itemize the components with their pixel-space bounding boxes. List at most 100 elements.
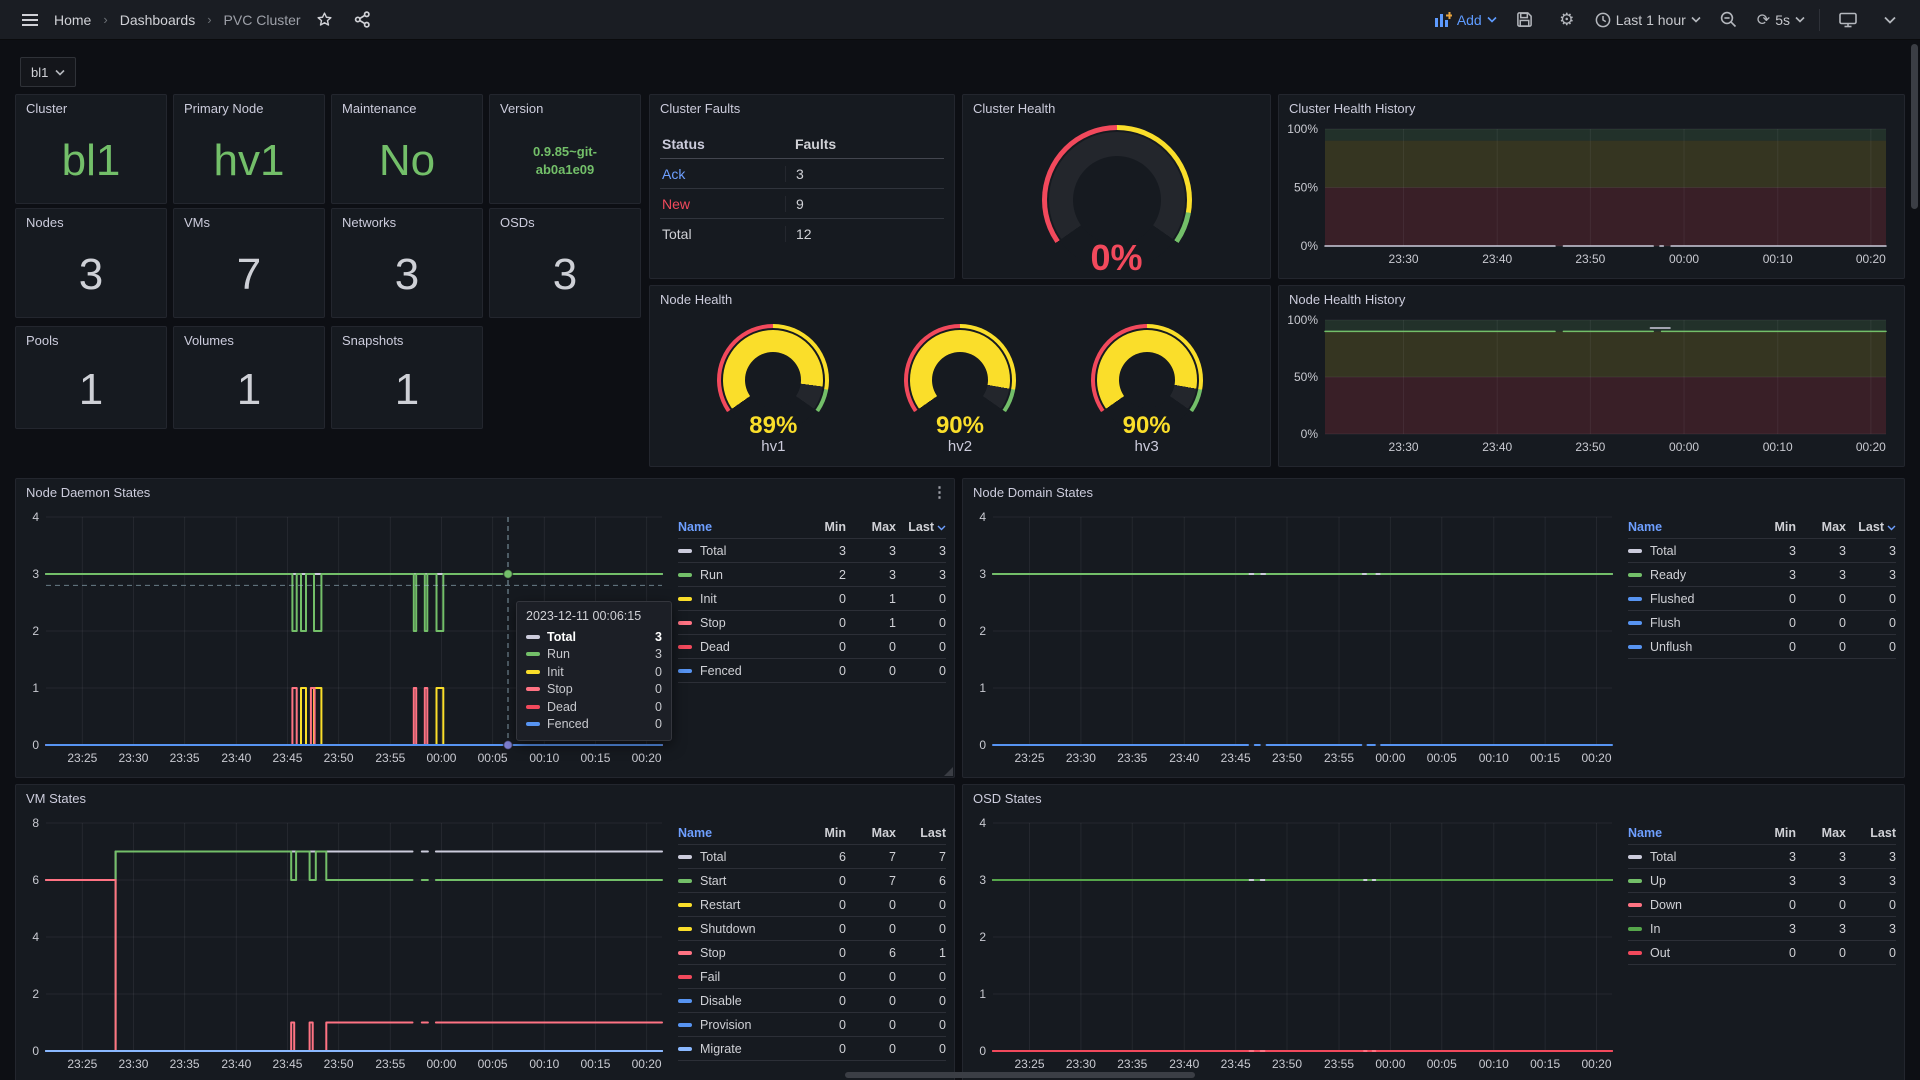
legend-value-last: 3 <box>1846 568 1896 582</box>
refresh-picker[interactable]: ⟳ 5s <box>1757 10 1805 30</box>
variable-dropdown-cluster[interactable]: bl1 <box>20 57 76 87</box>
legend-header-last[interactable]: Last <box>1846 826 1896 840</box>
legend-header-name[interactable]: Name <box>678 826 796 840</box>
share-icon[interactable] <box>349 6 377 34</box>
vertical-scrollbar[interactable] <box>1911 42 1918 1074</box>
panel-title[interactable]: Node Health <box>650 286 1270 312</box>
legend-header-min[interactable]: Min <box>796 520 846 534</box>
menu-icon[interactable] <box>16 6 44 34</box>
breadcrumb-home[interactable]: Home <box>54 12 91 28</box>
panel-title[interactable]: Volumes <box>174 327 324 353</box>
legend-row: Dead000 <box>678 635 946 659</box>
legend-header-name[interactable]: Name <box>1628 520 1746 534</box>
legend-series-name[interactable]: Migrate <box>678 1042 796 1056</box>
legend-header-row: NameMinMaxLast <box>1628 821 1896 845</box>
panel-title[interactable]: Pools <box>16 327 166 353</box>
vm-states-chart[interactable]: 8642023:2523:3023:3523:4023:4523:5023:55… <box>20 815 672 1077</box>
legend-series-name[interactable]: Out <box>1628 946 1746 960</box>
panel-title[interactable]: Snapshots <box>332 327 482 353</box>
panel-title[interactable]: Maintenance <box>332 95 482 121</box>
legend-series-name[interactable]: Stop <box>678 616 796 630</box>
panel-title[interactable]: VM States <box>16 785 954 811</box>
legend-value-min: 0 <box>796 874 846 888</box>
panel-title[interactable]: Networks <box>332 209 482 235</box>
legend-series-name[interactable]: Up <box>1628 874 1746 888</box>
legend-series-name[interactable]: Start <box>678 874 796 888</box>
legend-header-min[interactable]: Min <box>1746 520 1796 534</box>
legend-header-last[interactable]: Last <box>1846 520 1896 534</box>
star-icon[interactable] <box>311 6 339 34</box>
legend-value-max: 3 <box>846 544 896 558</box>
node-domain-states-chart[interactable]: 4321023:2523:3023:3523:4023:4523:5023:55… <box>967 509 1622 771</box>
column-header-faults[interactable]: Faults <box>785 136 944 152</box>
zoom-out-time-icon[interactable] <box>1715 6 1743 34</box>
panel-resize-handle[interactable] <box>944 767 953 776</box>
horizontal-scrollbar-thumb[interactable] <box>845 1072 1195 1078</box>
add-button[interactable]: Add <box>1435 12 1497 28</box>
legend-series-name[interactable]: Restart <box>678 898 796 912</box>
series-color-chip <box>678 1047 692 1051</box>
refresh-icon[interactable]: ⟳ <box>1757 10 1770 30</box>
legend-series-name[interactable]: Total <box>1628 544 1746 558</box>
panel-title[interactable]: Node Health History <box>1279 286 1904 312</box>
legend-series-name[interactable]: Disable <box>678 994 796 1008</box>
panel-title[interactable]: Nodes <box>16 209 166 235</box>
legend-series-name[interactable]: Fail <box>678 970 796 984</box>
scrollbar-thumb[interactable] <box>1911 44 1918 209</box>
legend-series-name[interactable]: Provision <box>678 1018 796 1032</box>
cluster-health-history-chart[interactable]: 100%50%0%23:3023:4023:5000:0000:1000:20 <box>1283 121 1896 272</box>
panel-title[interactable]: Primary Node <box>174 95 324 121</box>
legend-series-name[interactable]: Stop <box>678 946 796 960</box>
legend-series-name[interactable]: Total <box>678 544 796 558</box>
panel-title[interactable]: Cluster <box>16 95 166 121</box>
legend-value-min: 6 <box>796 850 846 864</box>
legend-series-name[interactable]: Down <box>1628 898 1746 912</box>
legend-value-max: 0 <box>846 1018 896 1032</box>
legend-series-name[interactable]: Run <box>678 568 796 582</box>
save-dashboard-icon[interactable] <box>1511 6 1539 34</box>
panel-title[interactable]: OSDs <box>490 209 640 235</box>
table-row: New9 <box>660 189 944 219</box>
panel-node-health-history: Node Health History 100%50%0%23:3023:402… <box>1278 285 1905 467</box>
legend-series-name[interactable]: Ready <box>1628 568 1746 582</box>
legend-header-name[interactable]: Name <box>678 520 796 534</box>
legend-series-name[interactable]: Total <box>678 850 796 864</box>
legend-header-last[interactable]: Last <box>896 520 946 534</box>
panel-title[interactable]: VMs <box>174 209 324 235</box>
legend-series-name[interactable]: In <box>1628 922 1746 936</box>
time-range-picker[interactable]: Last 1 hour <box>1595 12 1701 28</box>
legend-header-max[interactable]: Max <box>846 826 896 840</box>
panel-title[interactable]: Node Domain States <box>963 479 1904 505</box>
panel-title[interactable]: OSD States <box>963 785 1904 811</box>
legend-series-name[interactable]: Shutdown <box>678 922 796 936</box>
legend-header-last[interactable]: Last <box>896 826 946 840</box>
breadcrumb-dashboards[interactable]: Dashboards <box>120 12 196 28</box>
osd-states-chart[interactable]: 4321023:2523:3023:3523:4023:4523:5023:55… <box>967 815 1622 1077</box>
legend-series-name[interactable]: Dead <box>678 640 796 654</box>
kiosk-mode-icon[interactable] <box>1834 6 1862 34</box>
legend-header-name[interactable]: Name <box>1628 826 1746 840</box>
node-health-history-chart[interactable]: 100%50%0%23:3023:4023:5000:0000:1000:20 <box>1283 312 1896 460</box>
legend-header-min[interactable]: Min <box>1746 826 1796 840</box>
legend-header-min[interactable]: Min <box>796 826 846 840</box>
svg-text:23:35: 23:35 <box>170 751 200 765</box>
legend-header-max[interactable]: Max <box>846 520 896 534</box>
panel-menu-icon[interactable]: ⋮ <box>932 483 948 501</box>
column-header-status[interactable]: Status <box>660 136 785 152</box>
panel-title[interactable]: Node Daemon States <box>16 479 954 505</box>
legend-header-max[interactable]: Max <box>1796 520 1846 534</box>
legend-series-name[interactable]: Init <box>678 592 796 606</box>
panel-title[interactable]: Cluster Health <box>963 95 1270 121</box>
svg-text:23:25: 23:25 <box>67 1057 97 1071</box>
legend-header-max[interactable]: Max <box>1796 826 1846 840</box>
legend-series-name[interactable]: Flush <box>1628 616 1746 630</box>
panel-title[interactable]: Cluster Health History <box>1279 95 1904 121</box>
dashboard-settings-icon[interactable]: ⚙ <box>1553 6 1581 34</box>
legend-series-name[interactable]: Unflush <box>1628 640 1746 654</box>
legend-series-name[interactable]: Total <box>1628 850 1746 864</box>
legend-series-name[interactable]: Fenced <box>678 664 796 678</box>
collapse-nav-icon[interactable] <box>1876 6 1904 34</box>
legend-series-name[interactable]: Flushed <box>1628 592 1746 606</box>
panel-title[interactable]: Version <box>490 95 640 121</box>
panel-title[interactable]: Cluster Faults <box>650 95 954 121</box>
